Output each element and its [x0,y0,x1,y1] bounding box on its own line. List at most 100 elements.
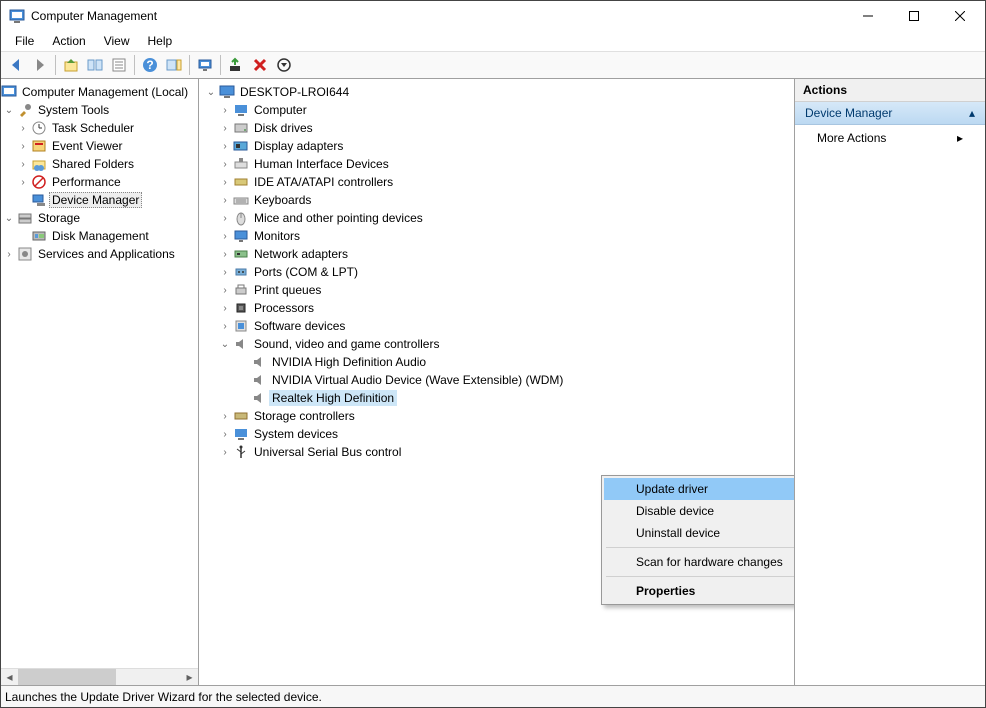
expand-icon[interactable]: › [217,285,233,296]
device-tree[interactable]: ⌄ DESKTOP-LROI644 ›Computer ›Disk drives… [199,79,794,465]
ports-icon [233,264,249,280]
device-nvidia-virtual-audio[interactable]: ›NVIDIA Virtual Audio Device (Wave Exten… [199,371,794,389]
expand-icon[interactable]: › [217,249,233,260]
sound-icon [233,336,249,352]
expand-icon[interactable]: › [1,249,17,260]
expand-icon[interactable]: › [217,267,233,278]
help-button[interactable]: ? [139,54,161,76]
show-hide-action-pane-button[interactable] [163,54,185,76]
scan-hardware-button[interactable] [194,54,216,76]
uninstall-button[interactable] [249,54,271,76]
mouse-icon [233,210,249,226]
console-tree[interactable]: Computer Management (Local) ⌄ System Too… [1,79,198,668]
actions-more-actions[interactable]: More Actions ▸ [795,125,985,151]
expand-icon[interactable]: › [15,141,31,152]
expand-icon[interactable]: › [217,411,233,422]
device-keyboards[interactable]: ›Keyboards [199,191,794,209]
network-icon [233,246,249,262]
tree-task-scheduler[interactable]: › Task Scheduler [1,119,198,137]
computer-management-icon [1,84,17,100]
printer-icon [233,282,249,298]
sound-icon [251,354,267,370]
expand-icon[interactable]: › [15,159,31,170]
device-system-devices[interactable]: ›System devices [199,425,794,443]
device-ide[interactable]: ›IDE ATA/ATAPI controllers [199,173,794,191]
device-software[interactable]: ›Software devices [199,317,794,335]
collapse-icon[interactable]: ⌄ [1,105,17,116]
context-update-driver[interactable]: Update driver [604,478,795,500]
expand-icon[interactable]: › [217,321,233,332]
context-properties[interactable]: Properties [604,580,795,602]
device-disk-drives[interactable]: ›Disk drives [199,119,794,137]
context-separator [606,576,795,577]
device-ports[interactable]: ›Ports (COM & LPT) [199,263,794,281]
device-storage-controllers[interactable]: ›Storage controllers [199,407,794,425]
collapse-icon[interactable]: ⌄ [1,213,17,224]
show-hide-console-button[interactable] [84,54,106,76]
update-driver-button[interactable] [225,54,247,76]
disable-button[interactable] [273,54,295,76]
minimize-button[interactable] [845,1,891,31]
device-usb[interactable]: ›Universal Serial Bus control [199,443,794,461]
collapse-icon[interactable]: ⌄ [203,87,219,98]
menu-file[interactable]: File [7,32,42,50]
up-button[interactable] [60,54,82,76]
expand-icon[interactable]: › [15,123,31,134]
device-sound[interactable]: ⌄Sound, video and game controllers [199,335,794,353]
device-monitors[interactable]: ›Monitors [199,227,794,245]
tree-system-tools[interactable]: ⌄ System Tools [1,101,198,119]
context-scan-hardware[interactable]: Scan for hardware changes [604,551,795,573]
device-mice[interactable]: ›Mice and other pointing devices [199,209,794,227]
properties-button[interactable] [108,54,130,76]
tree-device-manager[interactable]: › Device Manager [1,191,198,209]
scroll-left-arrow[interactable]: ◂ [1,669,18,685]
tree-performance[interactable]: › Performance [1,173,198,191]
menu-view[interactable]: View [96,32,138,50]
expand-icon[interactable]: › [217,123,233,134]
collapse-icon[interactable]: ⌄ [217,339,233,350]
expand-icon[interactable]: › [217,177,233,188]
scroll-thumb[interactable] [18,669,116,685]
window-controls [845,1,983,31]
tree-disk-management[interactable]: › Disk Management [1,227,198,245]
tree-services-apps[interactable]: › Services and Applications [1,245,198,263]
device-display-adapters[interactable]: ›Display adapters [199,137,794,155]
context-disable-device[interactable]: Disable device [604,500,795,522]
expand-icon[interactable]: › [217,429,233,440]
tree-shared-folders[interactable]: › Shared Folders [1,155,198,173]
tree-root[interactable]: Computer Management (Local) [1,83,198,101]
device-nvidia-hd-audio[interactable]: ›NVIDIA High Definition Audio [199,353,794,371]
tree-event-viewer[interactable]: › Event Viewer [1,137,198,155]
expand-icon[interactable]: › [15,177,31,188]
expand-icon[interactable]: › [217,213,233,224]
device-computer[interactable]: ›Computer [199,101,794,119]
device-processors[interactable]: ›Processors [199,299,794,317]
scroll-right-arrow[interactable]: ▸ [181,669,198,685]
expand-icon[interactable]: › [217,159,233,170]
expand-icon[interactable]: › [217,195,233,206]
expand-icon[interactable]: › [217,447,233,458]
device-print-queues[interactable]: ›Print queues [199,281,794,299]
expand-icon[interactable]: › [217,231,233,242]
menu-help[interactable]: Help [140,32,181,50]
horizontal-scrollbar[interactable]: ◂ ▸ [1,668,198,685]
device-network[interactable]: ›Network adapters [199,245,794,263]
app-icon [9,8,25,24]
expand-icon[interactable]: › [217,141,233,152]
forward-button[interactable] [29,54,51,76]
expand-icon[interactable]: › [217,303,233,314]
menubar: File Action View Help [1,31,985,51]
device-realtek-audio[interactable]: ›Realtek High Definition [199,389,794,407]
back-button[interactable] [5,54,27,76]
device-root[interactable]: ⌄ DESKTOP-LROI644 [199,83,794,101]
tree-storage[interactable]: ⌄ Storage [1,209,198,227]
maximize-button[interactable] [891,1,937,31]
expand-icon[interactable]: › [217,105,233,116]
close-button[interactable] [937,1,983,31]
actions-device-manager[interactable]: Device Manager ▴ [795,102,985,125]
collapse-arrow-icon: ▴ [969,106,975,120]
toolbar: ? [1,51,985,79]
menu-action[interactable]: Action [44,32,93,50]
context-uninstall-device[interactable]: Uninstall device [604,522,795,544]
device-hid[interactable]: ›Human Interface Devices [199,155,794,173]
